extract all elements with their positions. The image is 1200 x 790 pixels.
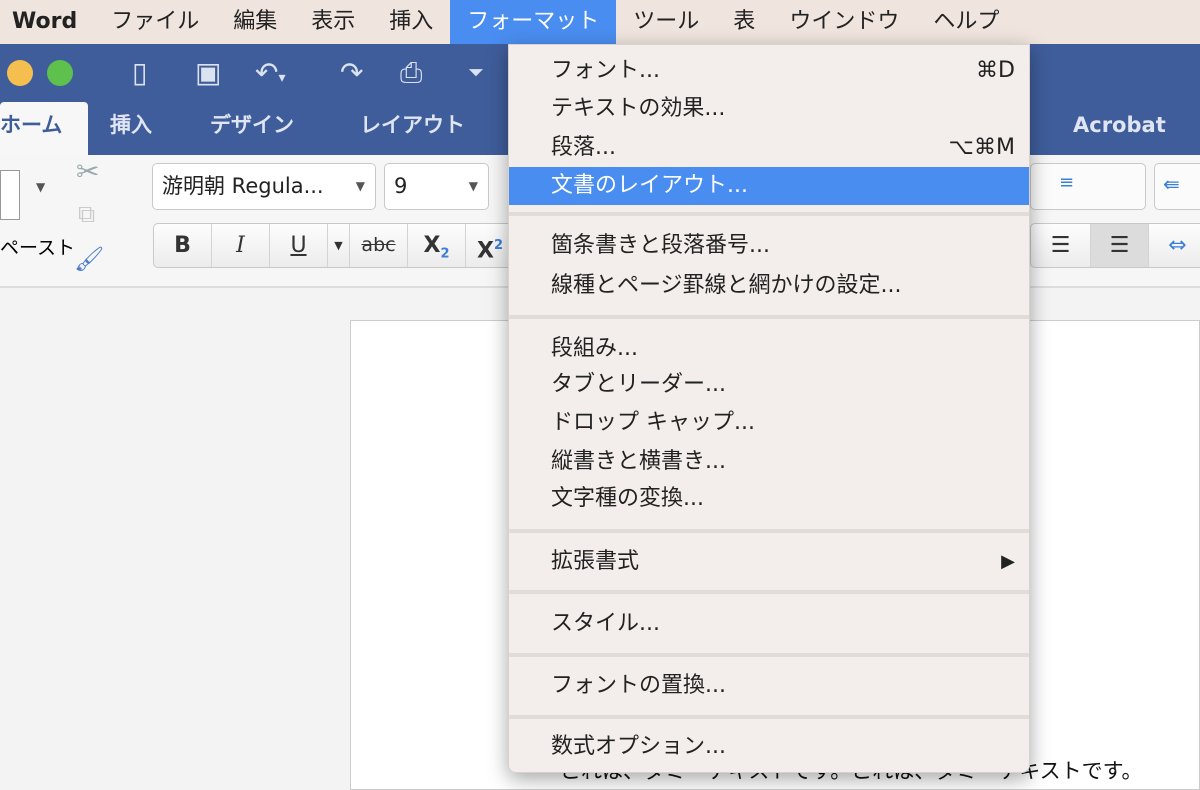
subscript-mark: 2 bbox=[440, 246, 450, 262]
distribute-button[interactable]: ⇔ bbox=[1149, 224, 1200, 267]
strikethrough-button[interactable]: abc bbox=[350, 224, 408, 267]
menu-item-style[interactable]: スタイル... bbox=[509, 605, 1029, 643]
shortcut-label: ⌘D bbox=[976, 58, 1015, 83]
submenu-arrow-icon: ▶ bbox=[1001, 551, 1015, 572]
paste-dropdown-icon[interactable]: ▼ bbox=[36, 180, 45, 194]
menu-view[interactable]: 表示 bbox=[294, 0, 372, 44]
cut-icon[interactable]: ✂ bbox=[76, 155, 99, 188]
format-menu: フォント... ⌘D テキストの効果... 段落... ⌥⌘M 文書のレイアウト..… bbox=[508, 44, 1030, 773]
chevron-down-icon: ▼ bbox=[468, 179, 478, 193]
menu-separator bbox=[509, 529, 1029, 533]
copy-icon[interactable]: ⧉ bbox=[78, 200, 95, 228]
menu-separator bbox=[509, 212, 1029, 216]
menu-file[interactable]: ファイル bbox=[94, 0, 216, 44]
menu-item-paragraph[interactable]: 段落... ⌥⌘M bbox=[509, 129, 1029, 167]
menu-separator bbox=[509, 315, 1029, 319]
menu-item-font[interactable]: フォント... ⌘D bbox=[509, 52, 1029, 90]
menu-item-equation-options[interactable]: 数式オプション... bbox=[509, 728, 1029, 766]
menu-tools[interactable]: ツール bbox=[616, 0, 716, 44]
menu-bar: Word ファイル 編集 表示 挿入 フォーマット ツール 表 ウインドウ ヘル… bbox=[0, 0, 1200, 44]
undo-icon[interactable]: ↶▾ bbox=[255, 56, 286, 89]
save-icon[interactable]: ▣ bbox=[195, 56, 221, 89]
decrease-indent-button[interactable]: ⇚ bbox=[1154, 163, 1200, 210]
redo-icon[interactable]: ↷ bbox=[340, 56, 363, 89]
menu-format[interactable]: フォーマット bbox=[450, 0, 617, 44]
tab-layout[interactable]: レイアウト bbox=[360, 102, 465, 155]
menu-item-replace-fonts[interactable]: フォントの置換... bbox=[509, 667, 1029, 705]
underline-dropdown-icon[interactable]: ▼ bbox=[328, 224, 350, 267]
menu-item-text-direction[interactable]: 縦書きと横書き... bbox=[509, 443, 1029, 481]
menu-separator bbox=[509, 590, 1029, 594]
customize-icon[interactable]: ⏷ bbox=[468, 60, 484, 84]
tab-insert[interactable]: 挿入 bbox=[110, 102, 152, 155]
subscript-button[interactable]: X2 bbox=[408, 224, 466, 267]
menu-item-bullets-numbering[interactable]: 箇条書きと段落番号... bbox=[509, 227, 1029, 265]
minimize-button[interactable] bbox=[7, 60, 33, 86]
font-size-select[interactable]: 9 ▼ bbox=[384, 163, 489, 210]
justify-button[interactable]: ☰ bbox=[1091, 224, 1149, 267]
numbering-icon: ≡ bbox=[1059, 172, 1075, 193]
menu-item-columns[interactable]: 段組み... bbox=[509, 330, 1029, 368]
chevron-down-icon: ▼ bbox=[355, 179, 365, 193]
print-icon[interactable]: ⎙ bbox=[400, 56, 422, 90]
menu-item-asian-layout[interactable]: 拡張書式 ▶ bbox=[509, 543, 1029, 581]
shortcut-label: ⌥⌘M bbox=[948, 135, 1015, 160]
menu-item-change-case[interactable]: 文字種の変換... bbox=[509, 480, 1029, 518]
font-name-value: 游明朝 Regula... bbox=[162, 174, 324, 198]
menu-insert[interactable]: 挿入 bbox=[372, 0, 450, 44]
menu-table[interactable]: 表 bbox=[716, 0, 772, 44]
menu-item-borders-shading[interactable]: 線種とページ罫線と網かけの設定... bbox=[509, 267, 1029, 305]
zoom-button[interactable] bbox=[47, 60, 73, 86]
paste-label: ペースト bbox=[0, 237, 76, 259]
menu-edit[interactable]: 編集 bbox=[216, 0, 294, 44]
font-name-select[interactable]: 游明朝 Regula... ▼ bbox=[152, 163, 376, 210]
format-painter-icon[interactable]: 🖌 bbox=[74, 245, 104, 273]
menu-item-tabs[interactable]: タブとリーダー... bbox=[509, 366, 1029, 404]
format-toolbar: B I U ▼ abc X2 X2 bbox=[153, 223, 513, 268]
menu-app-word[interactable]: Word bbox=[0, 0, 94, 44]
menu-separator bbox=[509, 715, 1029, 719]
align-right-button[interactable]: ☰ bbox=[1031, 224, 1091, 267]
superscript-button[interactable]: X2 bbox=[466, 224, 514, 267]
alignment-toolbar: ☰ ☰ ⇔ bbox=[1030, 223, 1200, 268]
menu-help[interactable]: ヘルプ bbox=[916, 0, 1016, 44]
bold-button[interactable]: B bbox=[154, 224, 212, 267]
menu-item-label: フォント... bbox=[551, 58, 660, 83]
menu-item-label: 拡張書式 bbox=[551, 549, 640, 574]
decrease-indent-icon: ⇚ bbox=[1163, 172, 1180, 196]
menu-item-text-effects[interactable]: テキストの効果... bbox=[509, 90, 1029, 128]
menu-window[interactable]: ウインドウ bbox=[772, 0, 916, 44]
menu-item-label: 段落... bbox=[551, 135, 616, 160]
paste-icon[interactable] bbox=[0, 170, 20, 220]
italic-button[interactable]: I bbox=[212, 224, 270, 267]
superscript-x: X bbox=[476, 238, 494, 264]
sidebar-icon[interactable]: ▯ bbox=[132, 56, 147, 89]
superscript-mark: 2 bbox=[493, 238, 503, 253]
menu-separator bbox=[509, 653, 1029, 657]
tab-design[interactable]: デザイン bbox=[210, 102, 294, 155]
font-size-value: 9 bbox=[394, 174, 408, 198]
tab-acrobat[interactable]: Acrobat bbox=[1073, 102, 1166, 155]
tab-home[interactable]: ホーム bbox=[0, 102, 89, 155]
menu-item-drop-cap[interactable]: ドロップ キャップ... bbox=[509, 404, 1029, 442]
underline-button[interactable]: U bbox=[270, 224, 328, 267]
subscript-x: X bbox=[423, 233, 441, 258]
numbering-button[interactable]: ≡ bbox=[1030, 163, 1146, 210]
menu-item-document-layout[interactable]: 文書のレイアウト... bbox=[509, 167, 1029, 205]
